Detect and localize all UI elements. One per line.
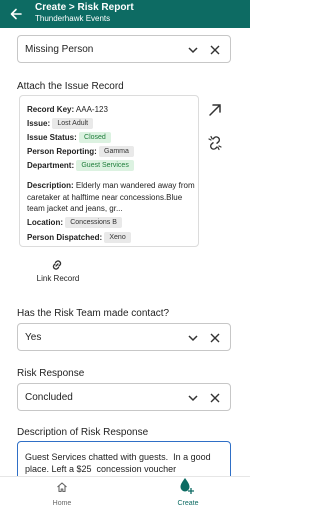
bottom-navigation: Home Create <box>0 476 250 508</box>
record-key-row: Record Key: AAA-123 <box>27 105 108 114</box>
nav-create-label: Create <box>177 500 199 507</box>
page-title: Create > Risk Report <box>35 2 134 13</box>
contact-label: Has the Risk Team made contact? <box>17 308 170 319</box>
create-drop-plus-icon <box>180 478 194 494</box>
reporting-chip: Gamma <box>99 146 134 157</box>
location-chip: Concessions B <box>65 217 122 228</box>
department-chip: Guest Services <box>76 160 134 171</box>
chevron-down-icon[interactable] <box>186 331 200 345</box>
issue-row: Issue: Lost Adult <box>27 118 94 129</box>
back-arrow-icon[interactable] <box>4 2 28 26</box>
page-subtitle: Thunderhawk Events <box>35 14 111 23</box>
nav-home-label: Home <box>52 500 72 507</box>
status-chip: Closed <box>79 132 111 143</box>
attach-record-label: Attach the Issue Record <box>17 81 124 92</box>
clear-icon[interactable] <box>208 391 222 405</box>
link-icon <box>52 260 62 270</box>
issue-chip: Lost Adult <box>52 118 94 129</box>
risk-response-select[interactable]: Concluded <box>17 383 231 411</box>
nav-create[interactable]: Create <box>158 477 218 508</box>
description-block: Description: Elderly man wandered away f… <box>27 181 195 213</box>
risk-response-label: Risk Response <box>17 368 85 379</box>
clear-icon[interactable] <box>208 43 222 57</box>
chevron-down-icon[interactable] <box>186 391 200 405</box>
risk-response-value: Concluded <box>25 392 73 403</box>
contact-value: Yes <box>25 332 42 343</box>
issue-type-value: Missing Person <box>25 44 94 55</box>
nav-home[interactable]: Home <box>32 477 92 508</box>
department-row: Department: Guest Services <box>27 160 134 171</box>
issue-type-select[interactable]: Missing Person <box>17 35 231 63</box>
dispatched-chip: Xeno <box>104 232 131 243</box>
contact-select[interactable]: Yes <box>17 323 231 351</box>
issue-record-card: Record Key: AAA-123 Issue: Lost Adult Is… <box>19 95 199 247</box>
status-row: Issue Status: Closed <box>27 132 111 143</box>
clear-icon[interactable] <box>208 331 222 345</box>
record-key-value: AAA-123 <box>75 105 108 114</box>
unlink-icon[interactable] <box>206 134 224 152</box>
link-record-button[interactable]: Link Record <box>34 258 82 286</box>
reporting-row: Person Reporting: Gamma <box>27 146 134 157</box>
description-response-text: Guest Services chatted with guests. In a… <box>25 452 214 474</box>
dispatched-row: Person Dispatched: Xeno <box>27 232 131 243</box>
app-header: Create > Risk Report Thunderhawk Events <box>0 0 250 28</box>
description-response-label: Description of Risk Response <box>17 427 149 438</box>
chevron-down-icon[interactable] <box>186 43 200 57</box>
link-record-label: Link Record <box>36 274 80 283</box>
location-row: Location: Concessions B <box>27 217 122 228</box>
home-icon <box>57 482 67 493</box>
open-external-icon[interactable] <box>206 101 224 119</box>
